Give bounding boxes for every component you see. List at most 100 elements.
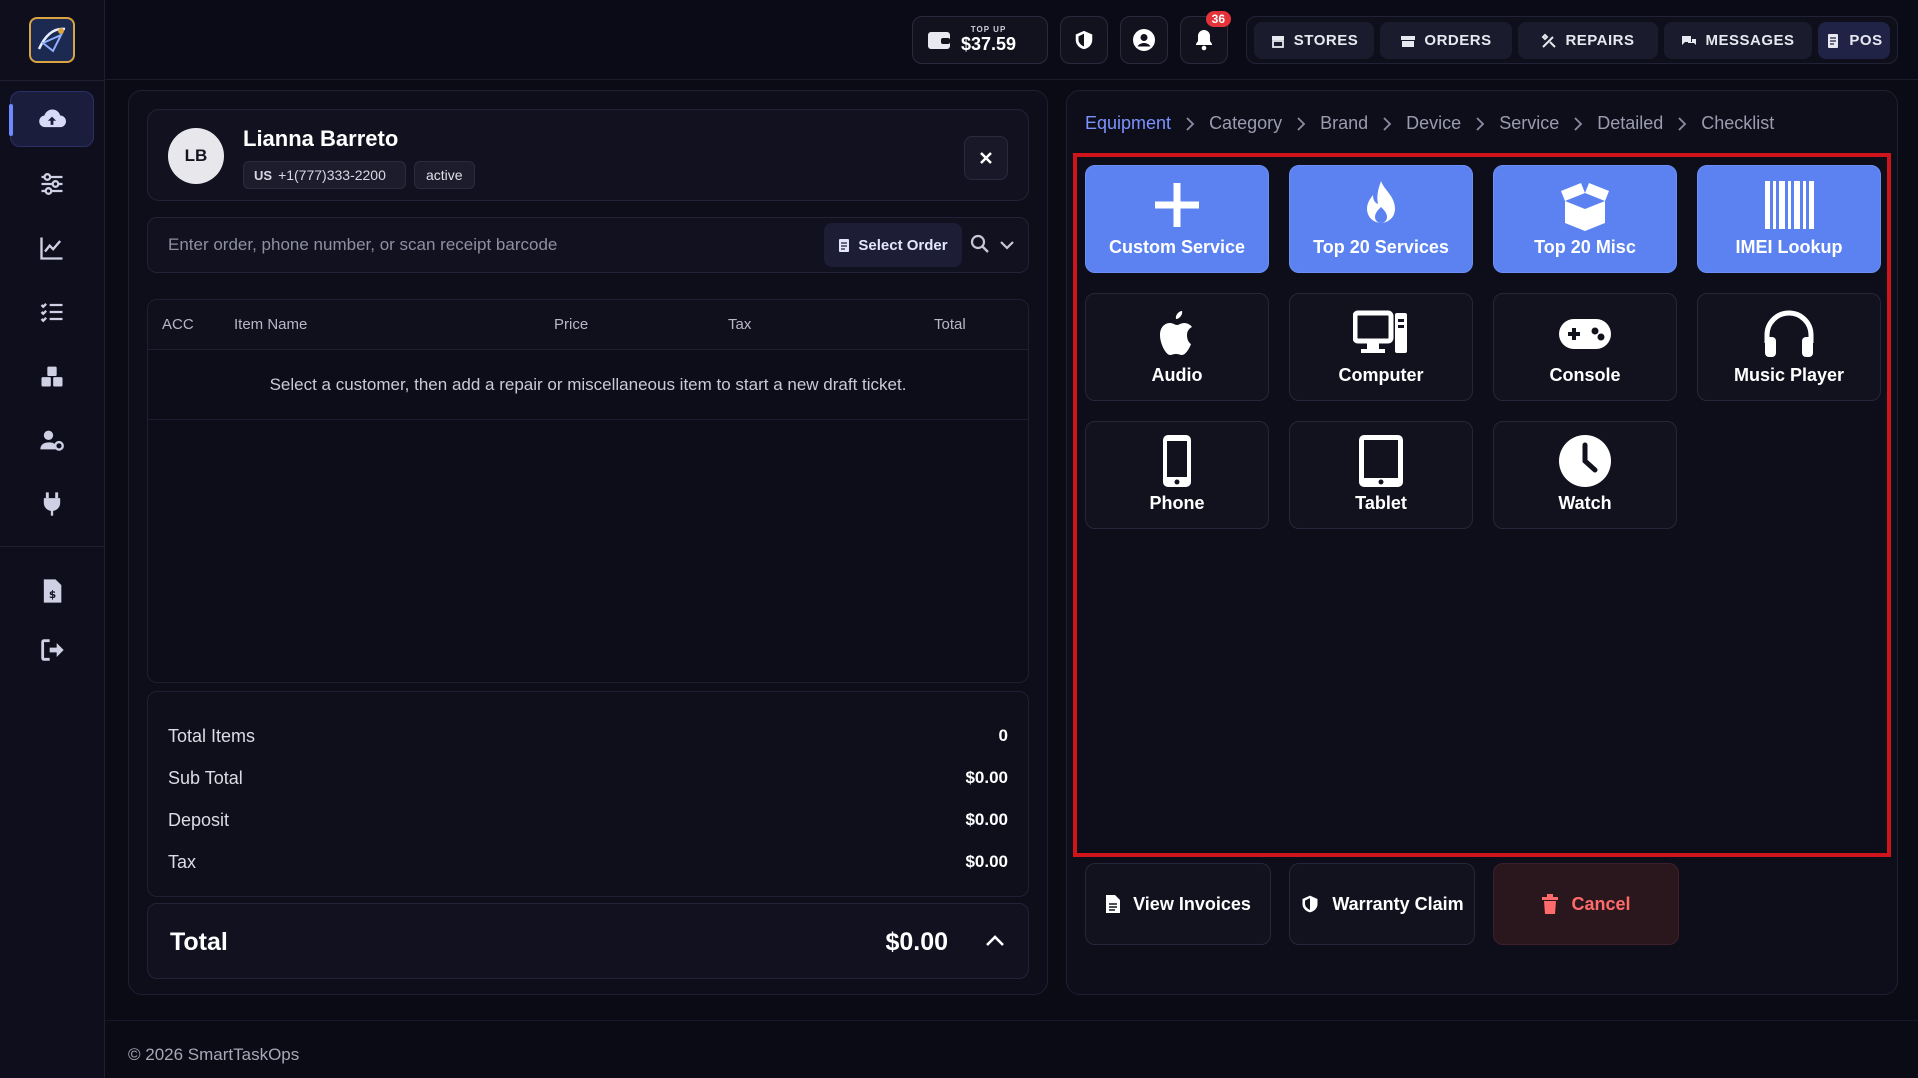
crumb-detailed[interactable]: Detailed [1597, 113, 1663, 134]
tile-label: Watch [1558, 493, 1612, 513]
invoice-icon: $ [43, 579, 62, 603]
nav-orders[interactable]: ORDERS [1380, 22, 1512, 59]
crumb-device[interactable]: Device [1406, 113, 1461, 134]
sliders-icon [41, 173, 63, 195]
top-nav: STORES ORDERS REPAIRS MESSAGES POS [1246, 16, 1898, 64]
plus-icon [1155, 183, 1199, 227]
tax-label: Tax [168, 852, 197, 872]
crumb-category[interactable]: Category [1209, 113, 1282, 134]
remove-customer-button[interactable] [964, 136, 1008, 180]
subtotal-row: Sub Total $0.00 [168, 768, 1008, 792]
tile-console[interactable]: Console [1493, 293, 1677, 401]
search-icon[interactable] [970, 234, 990, 254]
bell-icon [1196, 30, 1212, 51]
tile-imei-lookup[interactable]: IMEI Lookup [1697, 165, 1881, 273]
tile-computer[interactable]: Computer [1289, 293, 1473, 401]
app-logo[interactable] [29, 17, 75, 63]
chevron-down-icon[interactable] [998, 236, 1016, 254]
sidebar-item-logout[interactable] [10, 622, 94, 678]
cancel-label: Cancel [1571, 893, 1631, 914]
nav-pos[interactable]: POS [1818, 22, 1890, 59]
tile-top-20-misc[interactable]: Top 20 Misc [1493, 165, 1677, 273]
items-table: ACC Item Name Price Tax Total Select a c… [147, 299, 1029, 683]
logout-icon [41, 639, 64, 661]
view-invoices-label: View Invoices [1133, 893, 1251, 914]
chevron-right-icon [1383, 116, 1392, 131]
tile-label: Tablet [1355, 493, 1407, 513]
wallet-icon [928, 32, 950, 49]
table-header: ACC Item Name Price Tax Total [148, 300, 1028, 350]
tile-watch[interactable]: Watch [1493, 421, 1677, 529]
view-invoices-button[interactable]: View Invoices [1085, 863, 1271, 945]
tile-label: IMEI Lookup [1735, 237, 1843, 257]
user-circle-icon [1133, 29, 1155, 51]
nav-messages[interactable]: MESSAGES [1664, 22, 1812, 59]
notifications-button[interactable]: 36 [1180, 11, 1231, 64]
desktop-icon [1353, 310, 1407, 353]
tile-custom-service[interactable]: Custom Service [1085, 165, 1269, 273]
total-items-value: 0 [998, 726, 1008, 745]
grand-total-bar[interactable]: Total $0.00 [147, 903, 1029, 979]
shield-icon [1075, 30, 1093, 50]
sidebar-item-invoices[interactable]: $ [10, 563, 94, 619]
crumb-equipment[interactable]: Equipment [1085, 113, 1171, 134]
wallet-topup-button[interactable]: TOP UP $37.59 [912, 16, 1048, 64]
gamepad-icon [1559, 319, 1611, 349]
nav-stores[interactable]: STORES [1254, 22, 1374, 59]
sidebar-item-tasks[interactable] [10, 284, 94, 340]
tax-value: $0.00 [965, 852, 1008, 871]
order-search-input[interactable] [148, 218, 808, 272]
customer-name: Lianna Barreto [243, 126, 399, 151]
tile-audio[interactable]: Audio [1085, 293, 1269, 401]
tax-row: Tax $0.00 [168, 852, 1008, 876]
box-icon [1401, 35, 1416, 47]
tile-label: Top 20 Misc [1534, 237, 1636, 257]
close-icon [980, 152, 992, 164]
cloud-upload-icon [39, 109, 66, 128]
sidebar-item-cloud[interactable] [9, 91, 94, 147]
column-total: Total [934, 316, 966, 333]
column-acc: ACC [162, 316, 194, 333]
notifications-badge: 36 [1205, 11, 1231, 27]
shield-icon [1302, 895, 1318, 913]
sidebar-item-settings[interactable] [10, 156, 94, 212]
tile-tablet[interactable]: Tablet [1289, 421, 1473, 529]
customer-card: LB Lianna Barreto US +1(777)333-2200 act… [147, 109, 1029, 201]
nav-repairs-label: REPAIRS [1565, 32, 1635, 49]
sidebar-item-inventory[interactable] [10, 348, 94, 404]
crumb-brand[interactable]: Brand [1320, 113, 1368, 134]
cancel-button[interactable]: Cancel [1493, 863, 1679, 945]
sidebar-item-integrations[interactable] [10, 476, 94, 532]
order-search-bar: Select Order [147, 217, 1029, 273]
warranty-claim-button[interactable]: Warranty Claim [1289, 863, 1475, 945]
barcode-icon [1765, 181, 1814, 229]
chevron-up-icon[interactable] [984, 930, 1006, 952]
tile-label: Audio [1151, 365, 1203, 385]
footer-copyright: © 2026 SmartTaskOps [128, 1045, 300, 1064]
ticket-panel: LB Lianna Barreto US +1(777)333-2200 act… [128, 90, 1048, 995]
profile-button[interactable] [1120, 16, 1168, 64]
nav-repairs[interactable]: REPAIRS [1518, 22, 1658, 59]
deposit-value: $0.00 [965, 810, 1008, 829]
footer-divider [105, 1020, 1918, 1021]
security-button[interactable] [1060, 16, 1108, 64]
chevron-right-icon [1678, 116, 1687, 131]
crumb-checklist[interactable]: Checklist [1701, 113, 1774, 134]
select-order-button[interactable]: Select Order [824, 223, 962, 267]
sidebar-item-user-settings[interactable] [10, 412, 94, 468]
sidebar-item-analytics[interactable] [10, 220, 94, 276]
store-icon [1271, 35, 1284, 48]
line-chart-icon [40, 237, 63, 260]
tile-top-20-services[interactable]: Top 20 Services [1289, 165, 1473, 273]
customer-phone-chip: US +1(777)333-2200 [243, 161, 406, 189]
tile-music-player[interactable]: Music Player [1697, 293, 1881, 401]
select-order-label: Select Order [858, 236, 948, 254]
status-badge: active [414, 161, 475, 189]
warranty-claim-label: Warranty Claim [1332, 893, 1464, 914]
tile-phone[interactable]: Phone [1085, 421, 1269, 529]
phone-icon [1163, 435, 1191, 487]
crumb-service[interactable]: Service [1499, 113, 1559, 134]
tile-label: Music Player [1733, 365, 1845, 385]
plug-icon [43, 492, 61, 516]
chevron-right-icon [1297, 116, 1306, 131]
